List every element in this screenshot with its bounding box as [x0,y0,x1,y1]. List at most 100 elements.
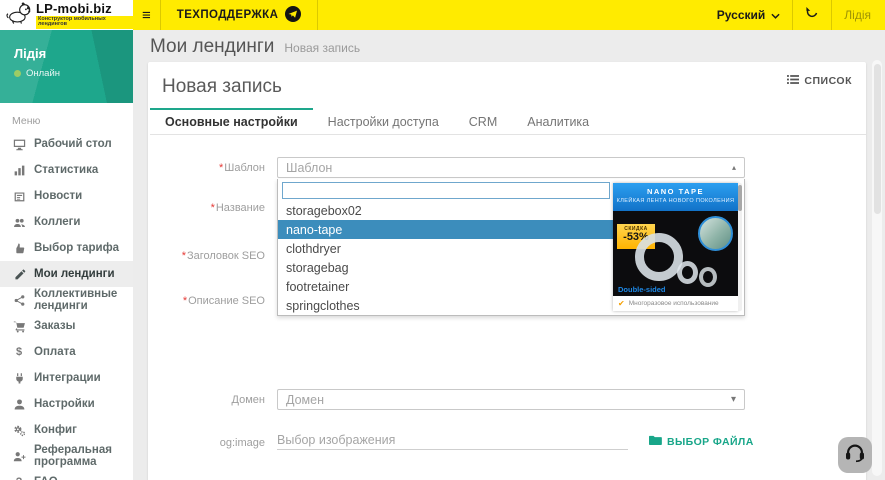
list-icon [787,74,799,88]
online-status-dot [14,70,21,77]
sidebar-item-referral[interactable]: Реферальная программа [0,443,133,469]
dog-logo-icon [6,1,32,30]
file-select-button[interactable]: ВЫБОР ФАЙЛА [648,434,754,449]
template-option[interactable]: storagebox02 [278,201,613,220]
refresh-icon [805,6,819,25]
language-selector[interactable]: Русский [705,0,793,30]
dropdown-scrollbar-thumb[interactable] [738,185,742,211]
template-select-placeholder: Шаблон [286,161,332,175]
chevron-down-icon: ▾ [731,394,736,405]
logo-subtitle: Конструктор мобильных лендингов [36,16,133,29]
sidebar-item-config[interactable]: Конфиг [0,417,133,443]
user-icon [12,398,26,411]
hand-icon [12,242,26,255]
usage-photo-inset [698,216,733,251]
sidebar-item-payment[interactable]: $ Оплата [0,339,133,365]
folder-icon [648,434,662,449]
template-option[interactable]: storagebag [278,258,613,277]
plug-icon [12,372,26,385]
preview-product-area: СКИДКА -53% Double-sided [613,211,738,296]
tab-analytics[interactable]: Аналитика [512,108,604,134]
template-option[interactable]: springclothes [278,296,613,315]
header-username[interactable]: Лідія [831,0,885,30]
tab-crm[interactable]: CRM [454,108,512,134]
template-option[interactable]: clothdryer [278,239,613,258]
sidebar-item-faq[interactable]: ? FAQ [0,469,133,480]
sidebar-item-tariff[interactable]: Выбор тарифа [0,235,133,261]
language-label: Русский [717,8,766,22]
breadcrumb: Мои лендинги Новая запись [150,36,360,58]
template-option-selected[interactable]: nano-tape [278,220,613,239]
hamburger-menu-icon[interactable]: ≡ [133,0,161,30]
support-chat-button[interactable] [838,437,872,473]
sidebar-item-my-landings[interactable]: Мои лендинги [0,261,133,287]
sidebar-menu: Рабочий стол Статистика Новости Коллеги … [0,131,133,480]
stats-icon [12,164,26,177]
sidebar-item-news[interactable]: Новости [0,183,133,209]
logo-title: LP-mobi.biz [36,2,133,15]
page-scrollbar-thumb[interactable] [874,64,881,214]
desktop-icon [12,138,26,151]
share-icon [12,294,26,307]
sidebar: Лідія Онлайн Меню Рабочий стол Статистик… [0,30,133,480]
telegram-icon [285,6,301,25]
headset-icon [843,441,867,470]
online-status-label: Онлайн [26,68,60,79]
domain-select[interactable]: Домен ▾ [277,389,745,410]
sidebar-item-colleagues[interactable]: Коллеги [0,209,133,235]
seo-title-label: *Заголовок SEO [148,250,265,262]
sidebar-item-collective-landings[interactable]: Коллективные лендинги [0,287,133,313]
tab-access-settings[interactable]: Настройки доступа [313,108,454,134]
template-preview-image: NANO TAPE КЛЕЙКАЯ ЛЕНТА НОВОГО ПОКОЛЕНИЯ… [613,183,738,311]
sidebar-user-name: Лідія [14,46,133,61]
template-select[interactable]: Шаблон ▴ [277,157,745,178]
gears-icon [12,424,26,437]
dollar-icon: $ [12,346,26,358]
template-label: *Шаблон [148,162,265,174]
sidebar-user-panel: Лідія Онлайн [0,30,133,103]
sidebar-item-desktop[interactable]: Рабочий стол [0,131,133,157]
check-icon: ✔ [618,299,625,308]
domain-label: Домен [148,394,265,406]
tape-roll-graphic [699,267,717,287]
page-scrollbar[interactable] [872,60,882,476]
menu-section-label: Меню [0,103,133,131]
template-search-input[interactable] [282,182,610,199]
news-icon [12,190,26,203]
sidebar-item-integrations[interactable]: Интеграции [0,365,133,391]
support-label: ТЕХПОДДЕРЖКА [177,9,279,21]
list-button[interactable]: СПИСОК [787,74,852,88]
seo-desc-label: *Описание SEO [148,295,265,307]
question-icon: ? [12,476,26,480]
tape-roll-graphic [677,261,698,284]
tech-support-button[interactable]: ТЕХПОДДЕРЖКА [161,0,319,30]
tab-main-settings[interactable]: Основные настройки [150,108,313,134]
domain-select-placeholder: Домен [286,393,324,407]
users-icon [12,216,26,229]
cart-icon [12,320,26,333]
preview-caption: Double-sided [618,285,666,294]
pencil-icon [12,268,26,281]
sidebar-item-stats[interactable]: Статистика [0,157,133,183]
preview-feature-row: ✔ Многоразовое использование [613,296,738,311]
og-image-label: og:image [148,437,265,449]
name-label: *Название [148,202,265,214]
og-image-input[interactable] [277,430,628,450]
dropdown-scrollbar[interactable] [738,183,742,311]
template-dropdown-panel: storagebox02 nano-tape clothdryer storag… [277,179,745,316]
refresh-button[interactable] [792,0,831,30]
sidebar-item-settings[interactable]: Настройки [0,391,133,417]
tab-bar: Основные настройки Настройки доступа CRM… [150,108,866,135]
preview-subtitle: КЛЕЙКАЯ ЛЕНТА НОВОГО ПОКОЛЕНИЯ [613,198,738,204]
new-record-card: СПИСОК Новая запись Основные настройки Н… [148,62,866,480]
tape-roll-graphic [635,233,683,281]
card-title: Новая запись [162,76,282,98]
preview-title: NANO TAPE [613,187,738,196]
page-subtitle: Новая запись [284,41,360,55]
app-logo[interactable]: LP-mobi.biz Конструктор мобильных лендин… [0,0,133,30]
chevron-up-icon: ▴ [732,163,736,172]
page-title: Мои лендинги [150,36,274,58]
sidebar-item-orders[interactable]: Заказы [0,313,133,339]
preview-header: NANO TAPE КЛЕЙКАЯ ЛЕНТА НОВОГО ПОКОЛЕНИЯ [613,183,738,211]
template-option[interactable]: footretainer [278,277,613,296]
